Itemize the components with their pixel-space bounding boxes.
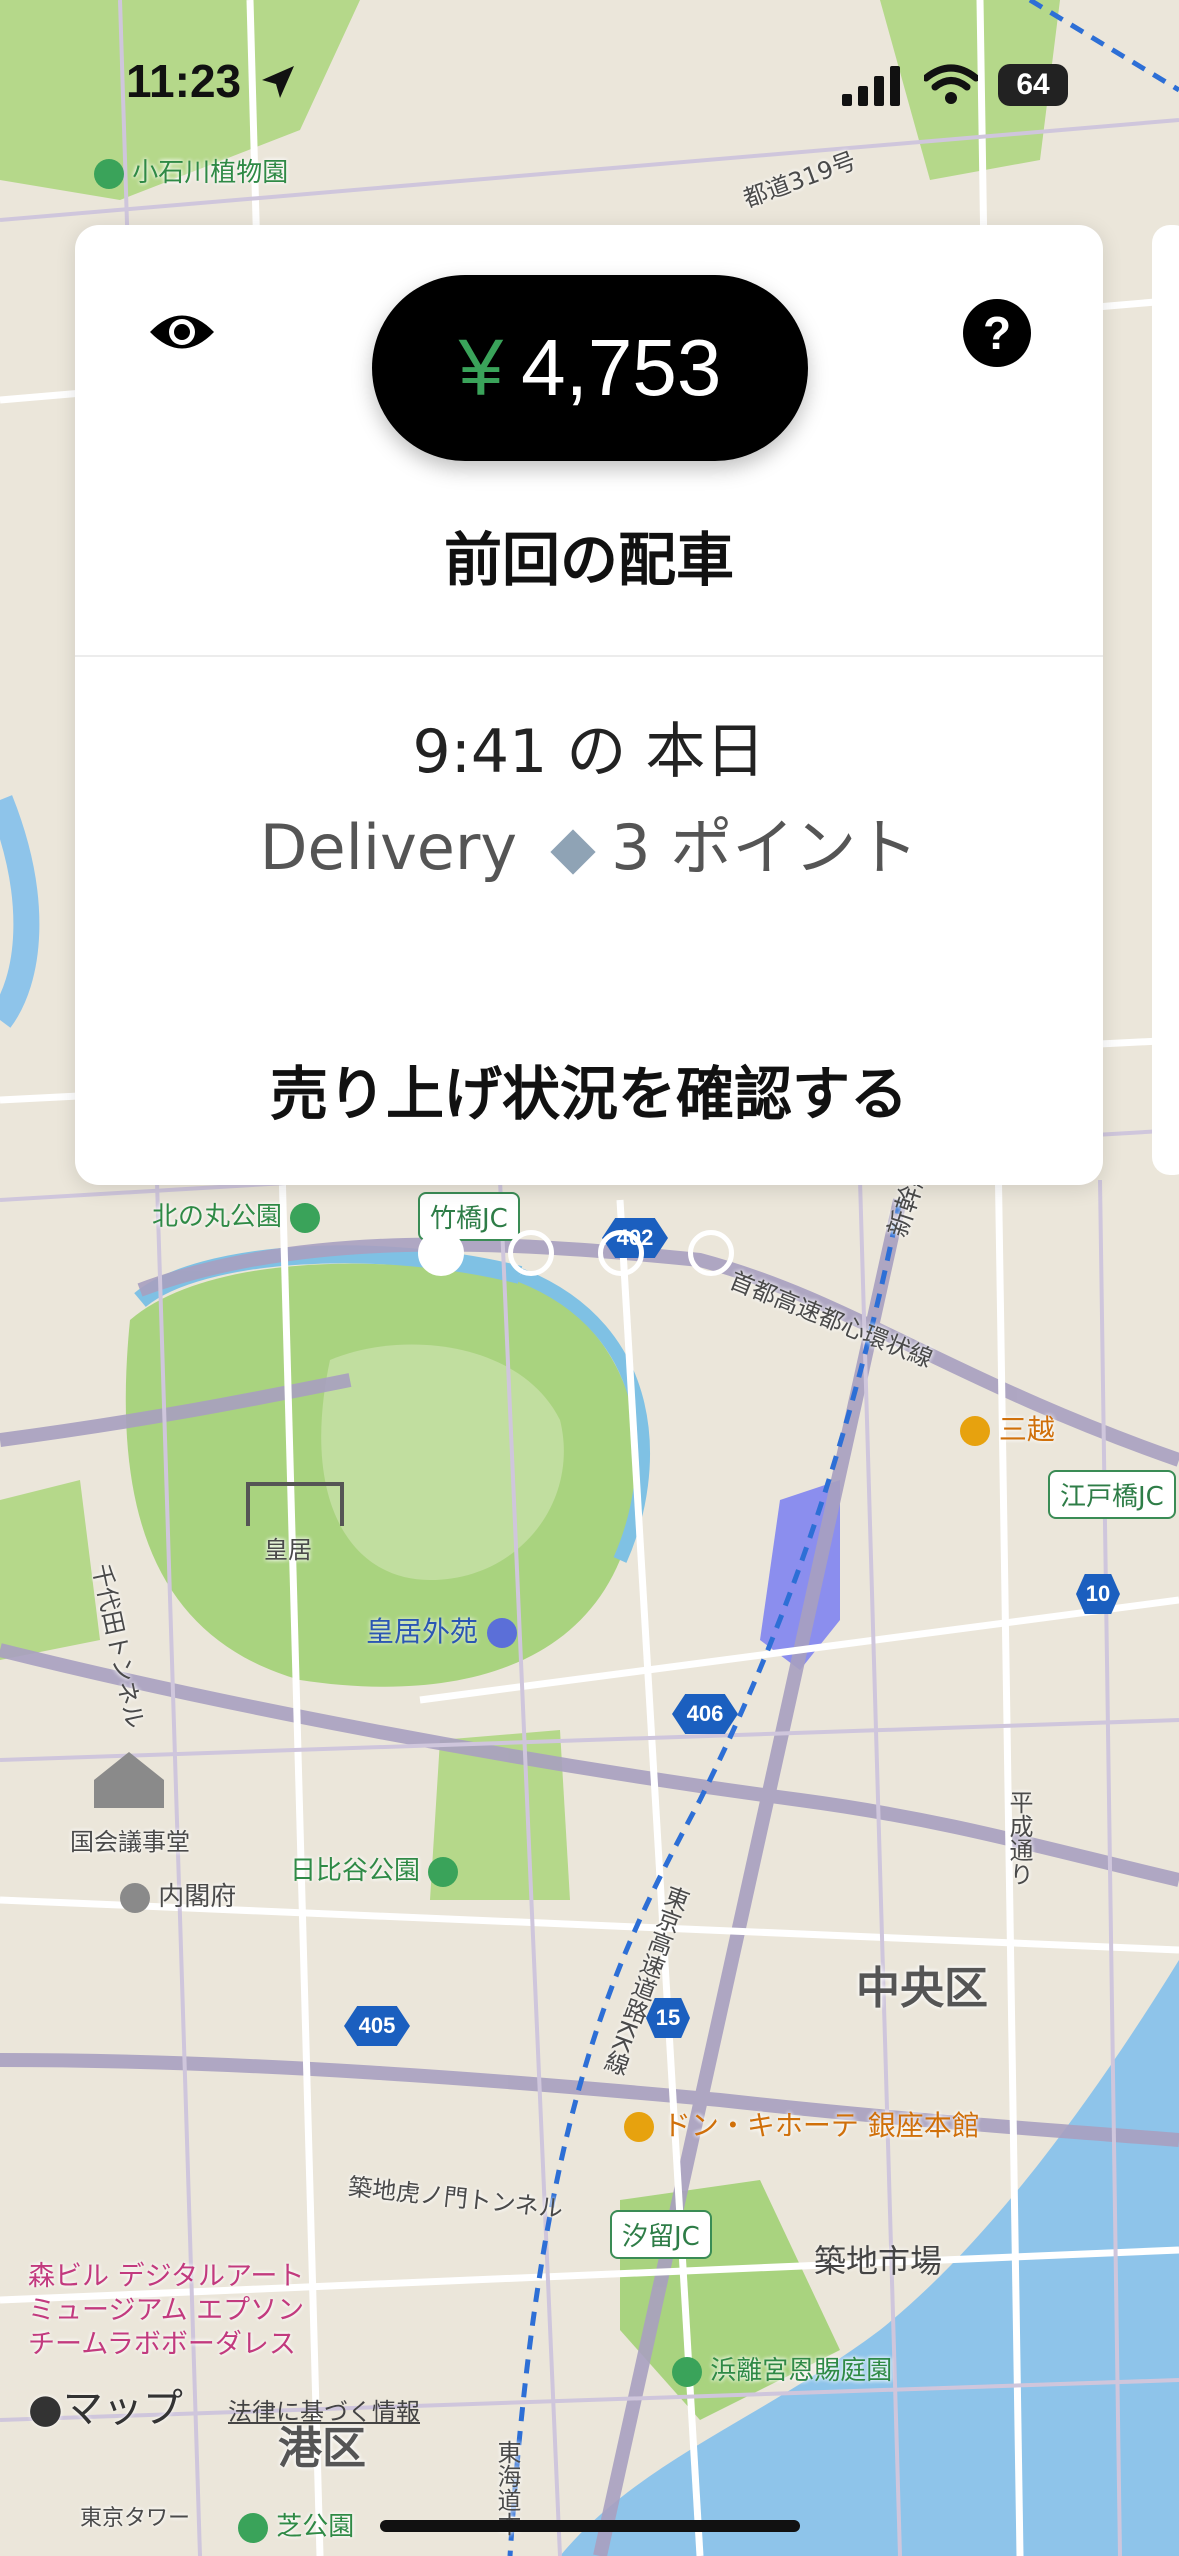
- chuo-ward-label: 中央区: [856, 1963, 988, 2014]
- pager-dot[interactable]: [598, 1230, 644, 1276]
- heisei-dori-label: 平成通り: [1005, 1790, 1033, 1886]
- card-pager[interactable]: [418, 1230, 734, 1276]
- park-icon: [290, 1202, 321, 1233]
- kitanomaru-text: 北の丸公園: [152, 1202, 283, 1232]
- help-icon[interactable]: ?: [963, 299, 1031, 367]
- pager-dot[interactable]: [508, 1230, 554, 1276]
- pager-dot[interactable]: [688, 1230, 734, 1276]
- mitsukoshi-label[interactable]: 三越: [960, 1408, 1055, 1448]
- apple-maps-text: マップ: [62, 2386, 183, 2432]
- earnings-amount: 4,753: [521, 323, 722, 412]
- next-card-peek[interactable]: [1152, 225, 1179, 1175]
- route-shield-10: 10: [1076, 1574, 1120, 1614]
- location-arrow-icon: [262, 66, 294, 98]
- shiba-park-label[interactable]: 芝公園: [238, 2506, 354, 2543]
- cabinet-text: 内閣府: [158, 1882, 237, 1912]
- star-icon: [486, 1618, 517, 1648]
- donki-text: ドン・キホーテ 銀座本館: [662, 2109, 980, 2142]
- palace-bridge-icon: [246, 1482, 344, 1526]
- trip-info: Delivery 3 ポイント: [75, 797, 1103, 887]
- yen-symbol: ¥: [458, 323, 504, 412]
- kokyo-gaien-label[interactable]: 皇居外苑: [366, 1610, 517, 1650]
- trip-points: 3 ポイント: [611, 811, 919, 884]
- cellular-signal-icon: [842, 66, 900, 106]
- divider: [75, 655, 1103, 657]
- pager-dot[interactable]: [418, 1230, 464, 1276]
- kokyo-gaien-text: 皇居外苑: [366, 1615, 479, 1648]
- view-earnings-link[interactable]: 売り上げ状況を確認する: [75, 1047, 1103, 1131]
- diamond-icon: [550, 829, 596, 875]
- wifi-icon: [924, 64, 978, 104]
- building-icon: [120, 1882, 150, 1913]
- card-title: 前回の配車: [443, 526, 734, 594]
- donki-ginza-label[interactable]: ドン・キホーテ 銀座本館: [624, 2104, 980, 2144]
- trip-time: 9:41 の 本日: [412, 717, 766, 787]
- kokyo-label[interactable]: 皇居: [264, 1530, 312, 1565]
- route-shield-15: 15: [646, 1998, 690, 2038]
- garden-icon: [94, 158, 124, 189]
- hibiya-park-label[interactable]: 日比谷公園: [290, 1850, 459, 1887]
- hamarikyu-garden-label[interactable]: 浜離宮恩賜庭園: [672, 2350, 892, 2387]
- eye-icon[interactable]: [147, 307, 217, 357]
- teamlab-museum-label[interactable]: 森ビル デジタルアート ミュージアム エプソン チームラボボーダレス: [28, 2260, 304, 2362]
- battery-icon: 64: [998, 64, 1068, 106]
- apple-icon: ●: [28, 2386, 63, 2432]
- route-shield-405: 405: [344, 2006, 410, 2046]
- koishikawa-garden-label[interactable]: 小石川植物園: [94, 152, 288, 189]
- route-shield-406: 406: [672, 1694, 738, 1734]
- hamarikyu-text: 浜離宮恩賜庭園: [710, 2356, 893, 2386]
- hibiya-text: 日比谷公園: [290, 1856, 421, 1886]
- shopping-bag-icon: [624, 2112, 654, 2142]
- diet-building-label[interactable]: 国会議事堂: [70, 1822, 190, 1857]
- legal-info-link[interactable]: 法律に基づく情報: [228, 2392, 420, 2427]
- kitanomaru-park-label[interactable]: 北の丸公園: [152, 1196, 321, 1233]
- shiba-text: 芝公園: [276, 2512, 355, 2542]
- last-trip-card[interactable]: ¥ 4,753 ? 前回の配車 9:41 の 本日 Delivery 3 ポイント…: [75, 225, 1103, 1185]
- cabinet-office-label[interactable]: 内閣府: [120, 1876, 236, 1913]
- mitsukoshi-text: 三越: [998, 1413, 1055, 1446]
- shopping-bag-icon: [960, 1416, 990, 1446]
- home-indicator[interactable]: [380, 2520, 800, 2532]
- status-bar: 11:23 64: [0, 0, 1179, 140]
- battery-level: 64: [1016, 68, 1050, 101]
- koishikawa-text: 小石川植物園: [132, 158, 289, 188]
- park-icon: [428, 1856, 459, 1887]
- trip-type: Delivery: [259, 811, 518, 884]
- edobashi-jc-label[interactable]: 江戸橋JC: [1048, 1470, 1176, 1519]
- apple-maps-logo: ●マップ: [28, 2376, 183, 2434]
- shiodome-jc-label[interactable]: 汐留JC: [610, 2210, 712, 2259]
- tsukiji-market-label[interactable]: 築地市場: [814, 2236, 942, 2282]
- park-icon: [238, 2512, 268, 2543]
- earnings-pill[interactable]: ¥ 4,753: [372, 275, 808, 461]
- status-time: 11:23: [126, 55, 242, 107]
- garden-icon: [672, 2356, 702, 2387]
- tokyo-tower-label[interactable]: 東京タワー: [80, 2500, 190, 2532]
